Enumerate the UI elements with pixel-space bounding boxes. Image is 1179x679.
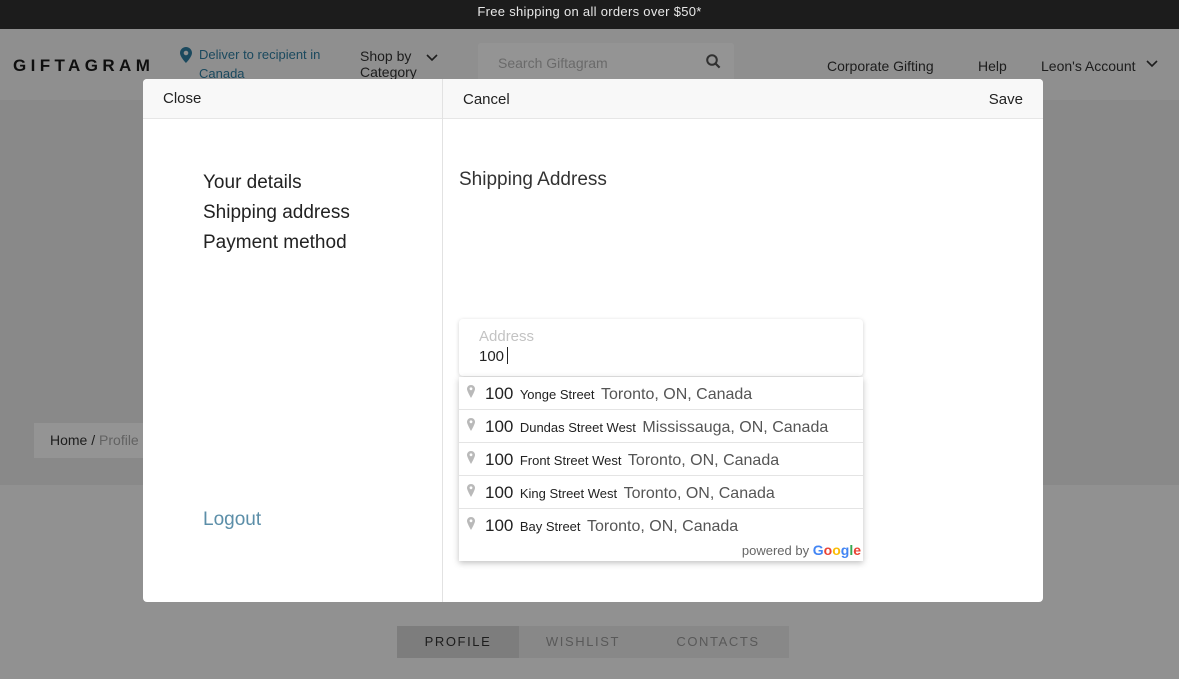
location-pin-icon: [467, 385, 475, 398]
address-suggestions: 100 Yonge Street Toronto, ON, Canada 100…: [459, 377, 863, 561]
nav-your-details[interactable]: Your details: [203, 168, 350, 198]
suggestion-street: Dundas Street West: [519, 420, 636, 435]
section-title: Shipping Address: [459, 169, 607, 190]
suggestion-city: Toronto, ON, Canada: [623, 485, 775, 502]
promo-banner: Free shipping on all orders over $50*: [0, 0, 1179, 29]
address-field-label: Address: [479, 328, 535, 345]
google-logo: Google: [812, 542, 861, 558]
suggestion-number: 100: [485, 450, 514, 469]
logout-link[interactable]: Logout: [203, 509, 261, 531]
column-divider: [442, 79, 443, 602]
address-field[interactable]: Address 100: [459, 319, 863, 376]
suggestion-number: 100: [485, 417, 514, 436]
text-caret: [507, 347, 509, 364]
save-button[interactable]: Save: [989, 91, 1023, 108]
address-input-value: 100: [479, 348, 505, 365]
nav-payment-method[interactable]: Payment method: [203, 228, 350, 258]
nav-shipping-address[interactable]: Shipping address: [203, 198, 350, 228]
suggestion-item[interactable]: 100 Front Street West Toronto, ON, Canad…: [459, 443, 863, 476]
suggestion-item[interactable]: 100 Bay Street Toronto, ON, Canada: [459, 509, 863, 542]
suggestion-item[interactable]: 100 Dundas Street West Mississauga, ON, …: [459, 410, 863, 443]
suggestion-street: King Street West: [519, 486, 618, 501]
powered-by-label: powered by: [741, 543, 810, 558]
suggestion-city: Toronto, ON, Canada: [600, 386, 753, 403]
cancel-button[interactable]: Cancel: [463, 91, 510, 108]
suggestion-street: Front Street West: [519, 453, 622, 468]
address-input[interactable]: 100: [479, 347, 509, 365]
location-pin-icon: [467, 451, 475, 464]
close-button[interactable]: Close: [163, 90, 201, 107]
suggestion-number: 100: [485, 384, 514, 403]
suggestion-street: Bay Street: [519, 519, 581, 534]
suggestion-city: Toronto, ON, Canada: [627, 452, 780, 469]
profile-nav: Your details Shipping address Payment me…: [203, 168, 350, 258]
powered-by-google: powered by Google: [742, 542, 861, 558]
toolbar-divider: [143, 118, 1043, 119]
suggestion-number: 100: [485, 516, 514, 535]
suggestion-city: Toronto, ON, Canada: [586, 518, 739, 535]
suggestion-item[interactable]: 100 King Street West Toronto, ON, Canada: [459, 476, 863, 509]
suggestion-street: Yonge Street: [519, 387, 595, 402]
suggestion-city: Mississauga, ON, Canada: [642, 419, 829, 436]
edit-profile-modal: Close Cancel Save Your details Shipping …: [143, 79, 1043, 602]
location-pin-icon: [467, 517, 475, 530]
location-pin-icon: [467, 484, 475, 497]
location-pin-icon: [467, 418, 475, 431]
suggestion-number: 100: [485, 483, 514, 502]
modal-right-toolbar: [443, 79, 1043, 118]
suggestion-item[interactable]: 100 Yonge Street Toronto, ON, Canada: [459, 377, 863, 410]
